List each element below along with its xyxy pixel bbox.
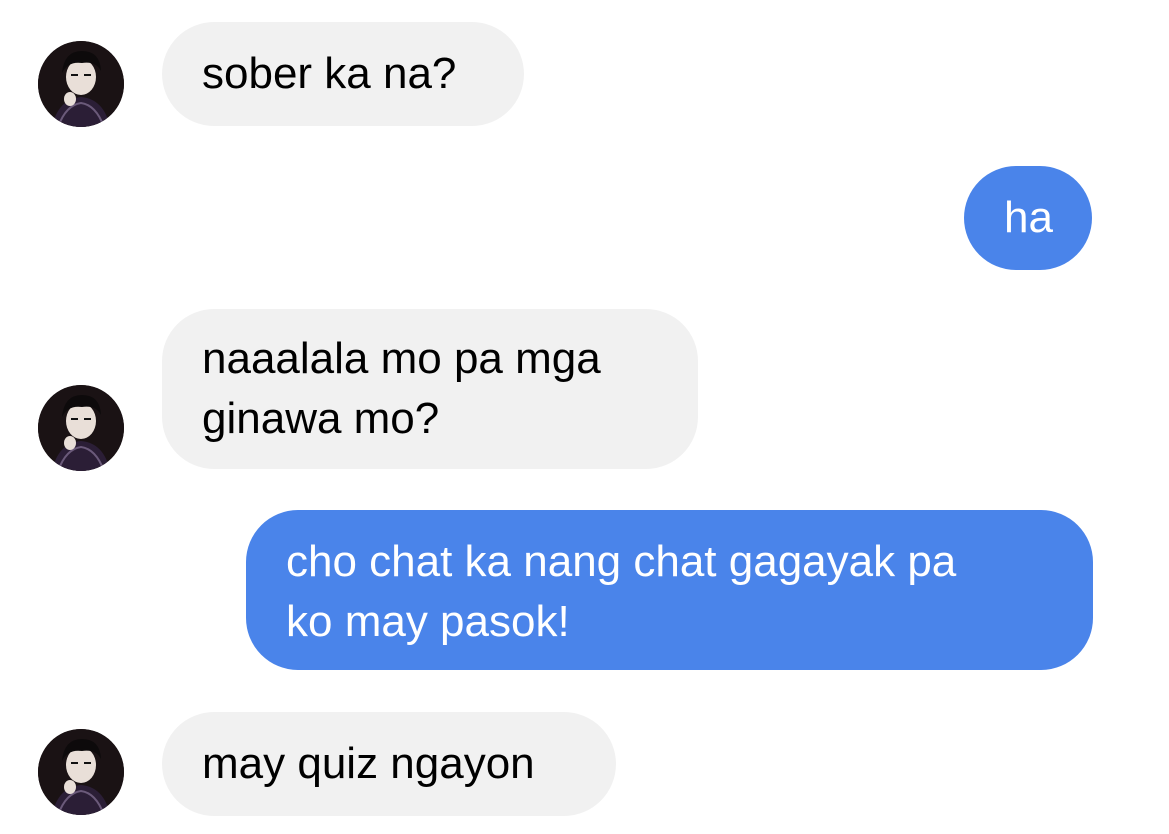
contact-avatar[interactable] — [38, 729, 124, 815]
message-text-line: cho chat ka nang chat gagayak pa — [286, 537, 957, 586]
message-text-line: naaalala mo pa mga — [202, 334, 601, 383]
message-bubble-incoming[interactable]: sober ka na? — [162, 22, 524, 126]
message-bubble-outgoing[interactable]: ha — [964, 166, 1092, 270]
contact-avatar-icon — [38, 729, 124, 815]
message-text: sober ka na? — [202, 49, 457, 98]
message-text-line: ginawa mo? — [202, 394, 440, 443]
contact-avatar[interactable] — [38, 385, 124, 471]
contact-avatar-icon — [38, 385, 124, 471]
message-bubble-incoming[interactable]: may quiz ngayon — [162, 712, 616, 816]
message-bubble-incoming[interactable]: naaalala mo pa mga ginawa mo? — [162, 309, 698, 469]
message-text-line: ko may pasok! — [286, 597, 570, 646]
chat-thread: sober ka na? ha naaalala mo pa mga ginaw… — [0, 0, 1169, 834]
message-text: ha — [1004, 193, 1053, 242]
message-text: may quiz ngayon — [202, 739, 535, 788]
contact-avatar-icon — [38, 41, 124, 127]
contact-avatar[interactable] — [38, 41, 124, 127]
message-bubble-outgoing[interactable]: cho chat ka nang chat gagayak pa ko may … — [246, 510, 1093, 670]
